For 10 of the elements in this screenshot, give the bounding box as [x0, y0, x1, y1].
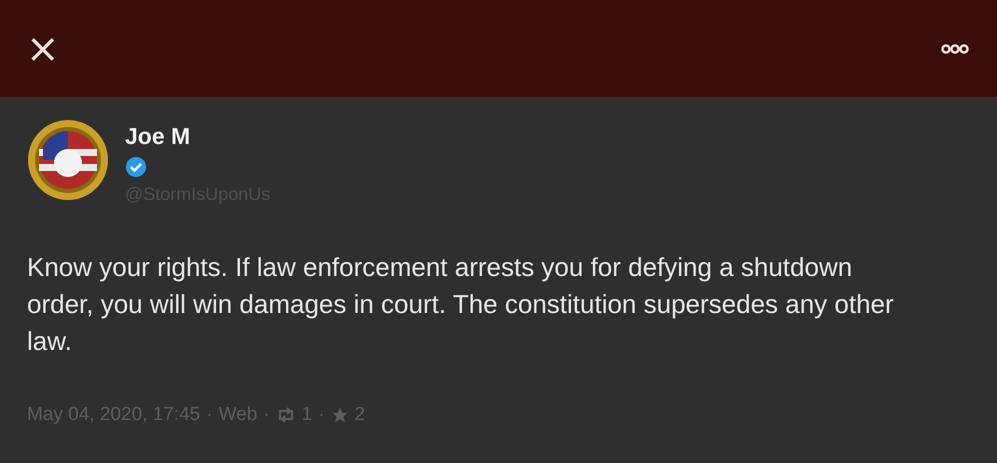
separator-dot: · — [206, 404, 213, 426]
post-text: Know your rights. If law enforcement arrests you for defying a shutdown order, you will win damages in court. The constitution supersedes any other law. — [27, 251, 895, 358]
separator-dot: · — [263, 404, 270, 426]
star-icon — [330, 406, 349, 424]
separator-dot: · — [318, 404, 325, 426]
author-name: Joe M — [125, 123, 190, 150]
more-icon[interactable] — [941, 44, 969, 54]
verified-icon — [125, 156, 147, 178]
close-button[interactable]: × — [22, 28, 64, 68]
avatar[interactable] — [27, 119, 109, 201]
